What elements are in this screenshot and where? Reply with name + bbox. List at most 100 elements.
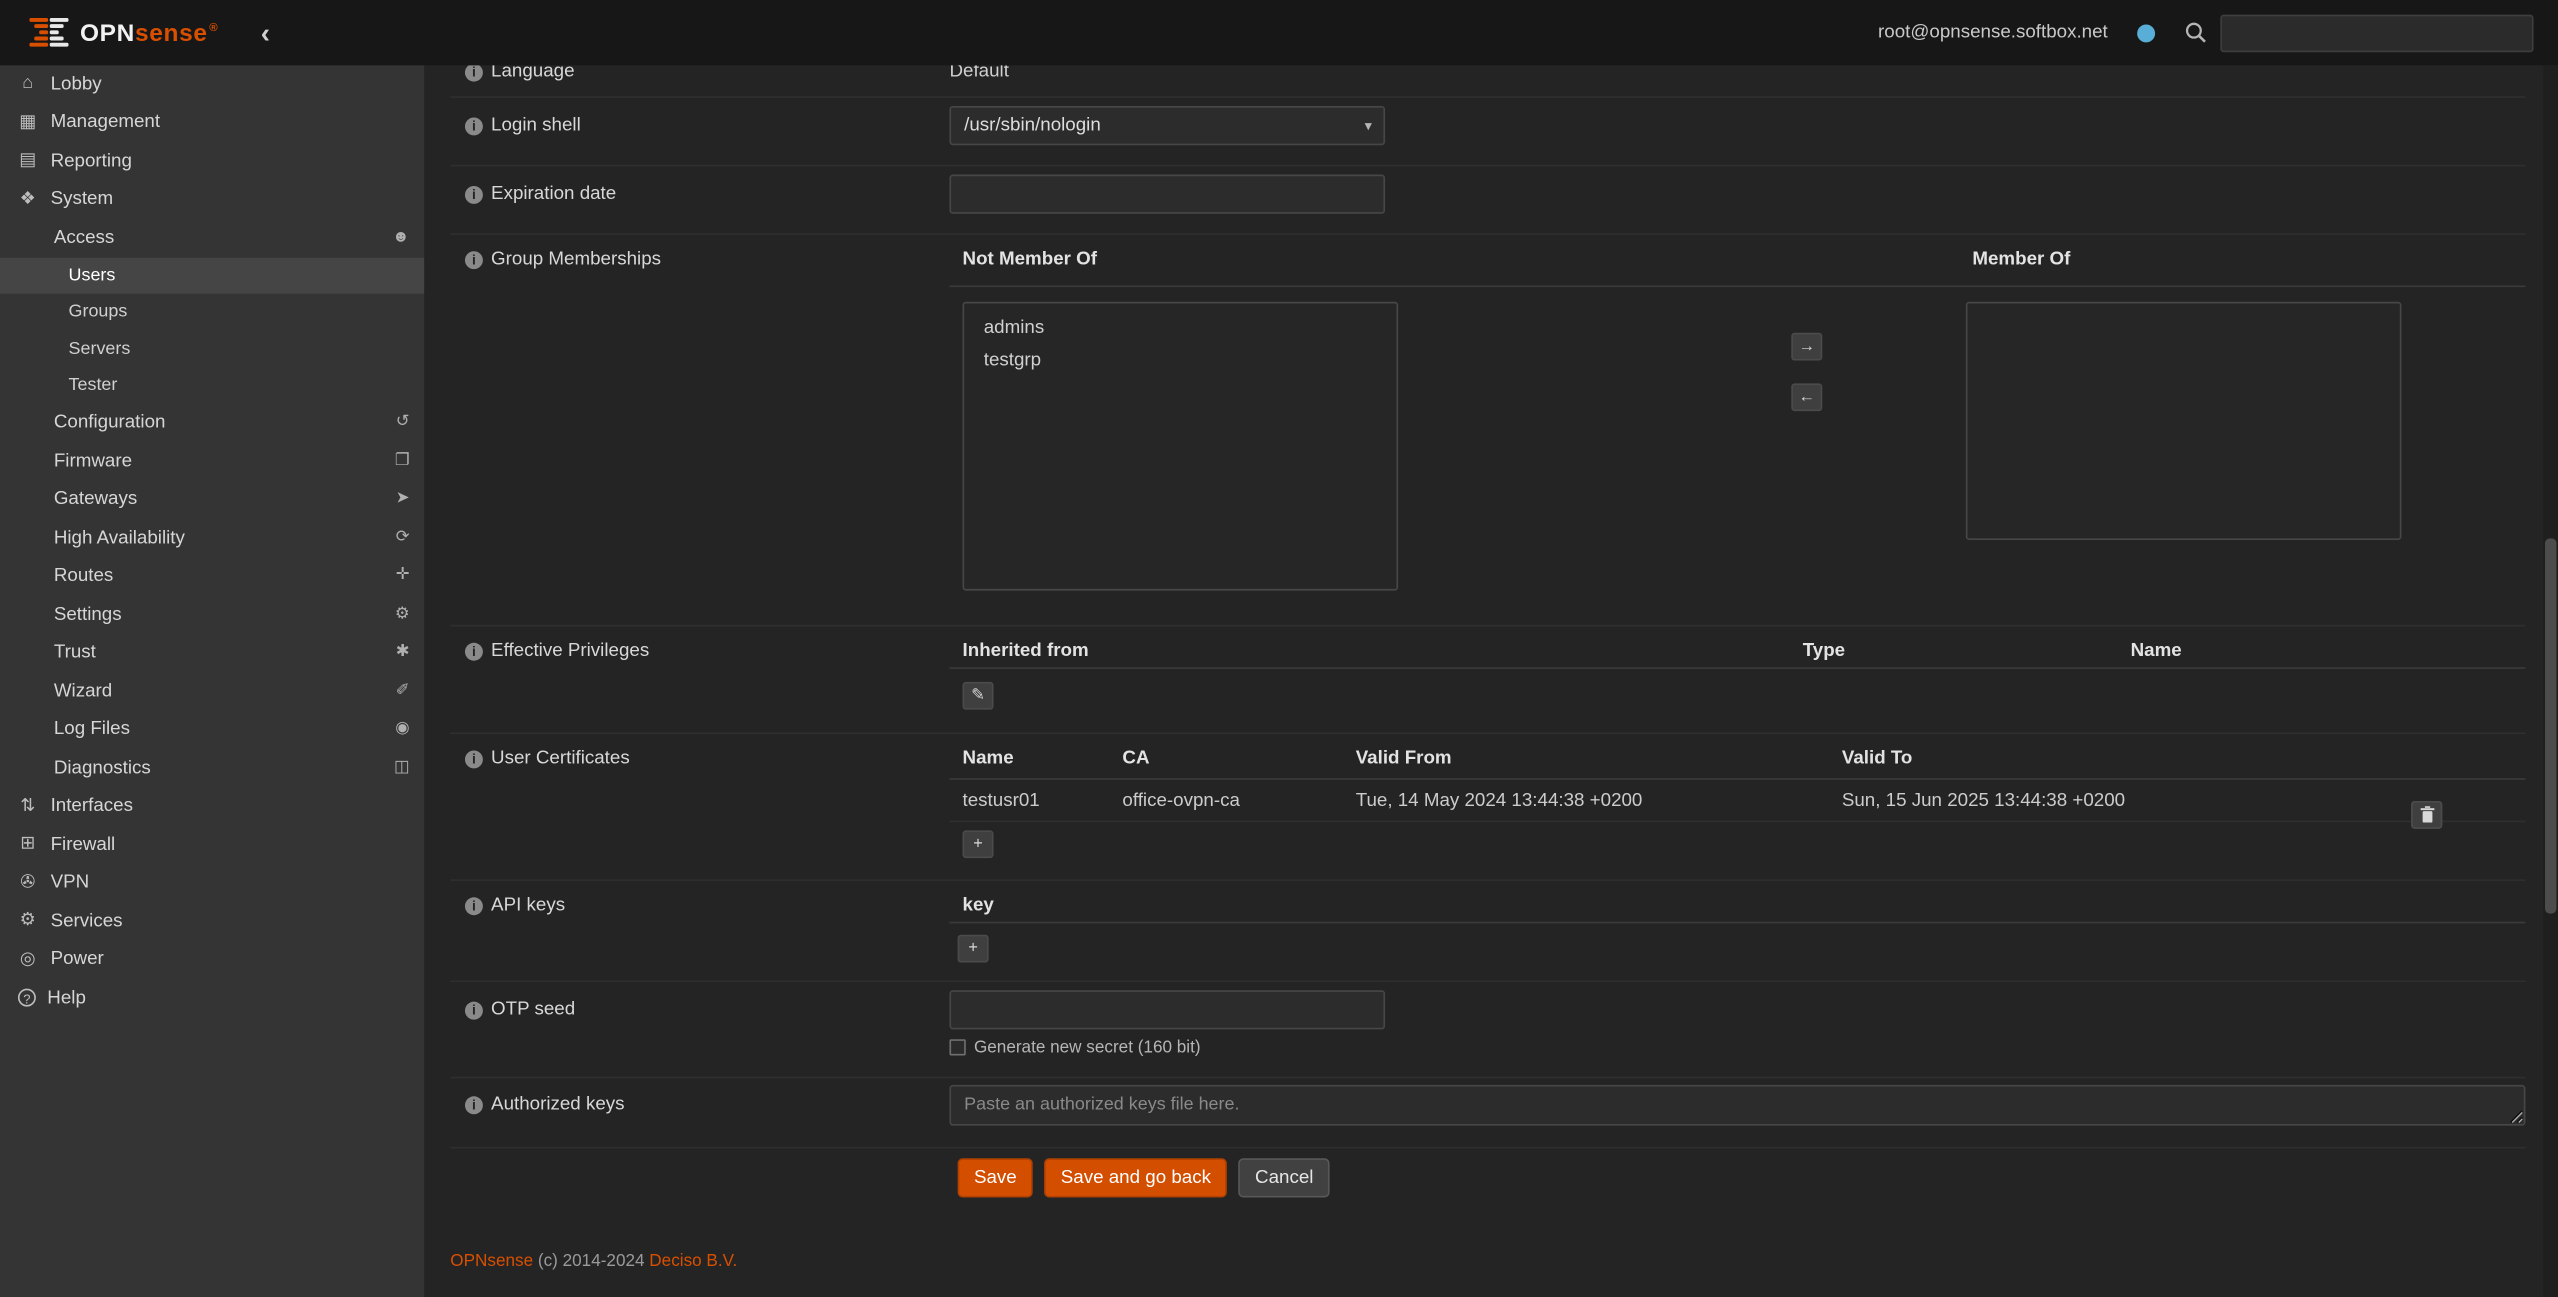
effective-privileges-row: Effective Privileges Inherited from Type… [450,626,2525,734]
generate-secret-option: Generate new secret (160 bit) [949,1038,2525,1058]
cert-delete-button[interactable] [2411,800,2442,828]
col-cert-name: Name [963,749,1014,769]
refresh-icon: ⟳ [396,530,410,546]
generate-secret-checkbox[interactable] [949,1039,965,1055]
sidebar-item-management[interactable]: ▦Management [0,104,424,142]
add-certificate-button[interactable]: + [963,830,994,858]
sidebar-item-firmware[interactable]: Firmware❐ [0,442,424,480]
header-search-input[interactable] [2220,14,2533,52]
sidebar-item-lobby[interactable]: ⌂Lobby [0,65,424,103]
not-member-listbox[interactable]: admins testgrp [963,302,1399,591]
sidebar-item-firewall[interactable]: ⊞Firewall [0,825,424,863]
save-button[interactable]: Save [958,1158,1033,1197]
sidebar-item-services[interactable]: ⚙Services [0,902,424,940]
sidebar-item-users[interactable]: Users [0,257,424,294]
info-icon [465,750,483,768]
arrow-left-icon: ← [1799,389,1815,405]
cancel-button[interactable]: Cancel [1239,1158,1330,1197]
api-keys-row: API keys key + [450,881,2525,982]
info-icon [465,117,483,135]
info-icon [465,897,483,915]
services-gear-icon: ⚙ [16,912,39,930]
firewall-icon: ⊞ [16,836,39,854]
sidebar-item-servers[interactable]: Servers [0,330,424,367]
paper-plane-icon: ➤ [396,491,410,507]
sidebar-item-help[interactable]: ?Help [0,979,424,1017]
info-icon [465,1002,483,1020]
member-listbox[interactable] [1966,302,2402,540]
plus-icon: + [973,836,983,852]
sidebar-item-vpn[interactable]: ✇VPN [0,864,424,902]
logged-in-user[interactable]: root@opnsense.softbox.net [1878,23,2108,43]
cert-valid-from: Tue, 14 May 2024 13:44:38 +0200 [1356,790,1643,810]
sidebar-item-configuration[interactable]: Configuration↺ [0,404,424,442]
firmware-book-icon: ❐ [395,453,410,469]
api-keys-label: API keys [491,896,565,917]
login-shell-select[interactable]: /usr/sbin/nologin ▾ [949,106,1385,145]
sidebar-collapse-icon[interactable]: ‹ [261,19,270,47]
expiration-date-label: Expiration date [491,184,616,205]
sidebar-item-trust[interactable]: Trust✱ [0,634,424,672]
sidebar-item-tester[interactable]: Tester [0,367,424,404]
move-right-button[interactable]: → [1791,333,1822,361]
sidebar-item-log-files[interactable]: Log Files◉ [0,710,424,748]
col-cert-ca: CA [1122,749,1149,769]
copyright-text: (c) 2014-2024 [538,1251,645,1271]
authorized-keys-row: Authorized keys [450,1078,2525,1148]
system-icon: ❖ [16,190,39,208]
scrollbar-thumb[interactable] [2545,538,2556,913]
sidebar-item-interfaces[interactable]: ⇅Interfaces [0,787,424,825]
col-cert-valid-from: Valid From [1356,749,1452,769]
certificate-table-row: testusr01 office-ovpn-ca Tue, 14 May 202… [949,780,2525,822]
eye-icon: ◉ [395,721,409,737]
search-icon[interactable] [2184,21,2207,44]
cert-ca: office-ovpn-ca [1122,790,1240,810]
scrollbar[interactable] [2543,65,2558,1297]
info-icon [465,1096,483,1114]
main-content: Language Default Login shell /usr/sbin/n… [424,65,2558,1297]
sidebar-item-routes[interactable]: Routes✛ [0,557,424,595]
sidebar-item-high-availability[interactable]: High Availability⟳ [0,519,424,557]
opnsense-footer-link[interactable]: OPNsense [450,1251,533,1271]
sidebar-item-system[interactable]: ❖System [0,180,424,218]
expiration-date-input[interactable] [949,175,1385,214]
authorized-keys-label: Authorized keys [491,1095,624,1116]
status-dot-icon [2137,24,2155,42]
user-certificates-row: User Certificates Name CA Valid From Val… [450,734,2525,881]
move-left-button[interactable]: ← [1791,383,1822,411]
pencil-icon: ✎ [971,688,985,704]
col-name: Name [2131,641,2182,661]
user-certificates-label: User Certificates [491,749,630,770]
sidebar-item-power[interactable]: ◎Power [0,941,424,979]
privileges-table-header: Inherited from Type Name [949,640,2525,669]
group-option[interactable]: testgrp [964,344,1396,377]
add-api-key-button[interactable]: + [958,935,989,963]
sidebar-item-groups[interactable]: Groups [0,294,424,331]
sidebar-item-gateways[interactable]: Gateways➤ [0,480,424,518]
sidebar-item-wizard[interactable]: Wizard✐ [0,672,424,710]
cert-name: testusr01 [963,790,1040,810]
certificate-icon: ✱ [396,645,410,661]
save-and-go-back-button[interactable]: Save and go back [1044,1158,1227,1197]
user-edit-form: Language Default Login shell /usr/sbin/n… [450,65,2525,1212]
trash-icon [2419,805,2435,823]
sidebar-item-access[interactable]: Access☻ [0,219,424,257]
sidebar-item-settings[interactable]: Settings⚙ [0,595,424,633]
opnsense-logo[interactable]: OPNsense® [29,18,218,47]
member-of-header: Member Of [1972,250,2070,270]
sidebar-item-reporting[interactable]: ▤Reporting [0,142,424,180]
group-option[interactable]: admins [964,312,1396,345]
col-type: Type [1803,641,1845,661]
arrow-right-icon: → [1799,339,1815,355]
authorized-keys-textarea[interactable] [949,1085,2525,1126]
sidebar: ⌂Lobby ▦Management ▤Reporting ❖System Ac… [0,65,424,1297]
col-cert-valid-to: Valid To [1842,749,1913,769]
edit-privileges-button[interactable]: ✎ [963,682,994,710]
otp-seed-input[interactable] [949,990,1385,1029]
power-icon: ◎ [16,951,39,969]
deciso-footer-link[interactable]: Deciso B.V. [649,1251,737,1271]
group-memberships-body: admins testgrp → ← [949,302,2525,591]
info-icon [465,643,483,661]
not-member-of-header: Not Member Of [963,250,1097,270]
sidebar-item-diagnostics[interactable]: Diagnostics◫ [0,749,424,787]
